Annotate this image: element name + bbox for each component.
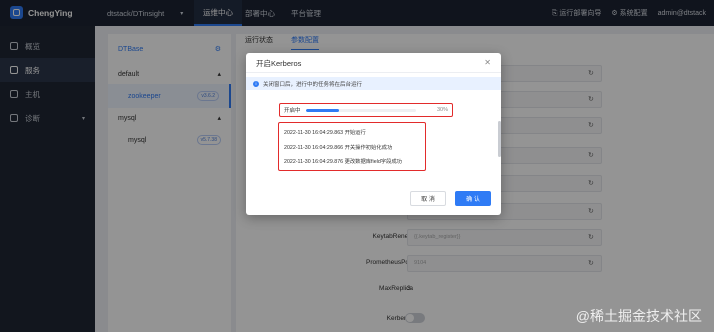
log-line: 2022-11-30 16:04:29.876 更改数据库field字段成功 (284, 159, 402, 165)
watermark: @稀土掘金技术社区 (575, 308, 702, 324)
progress-bar (305, 108, 416, 112)
progress-bar-fill (305, 108, 339, 112)
modal-footer: 取 消 确 认 (410, 191, 491, 206)
info-icon: i (253, 80, 259, 87)
close-icon[interactable]: ✕ (484, 58, 491, 67)
log-scrollbar[interactable] (498, 121, 501, 157)
confirm-button[interactable]: 确 认 (455, 191, 491, 206)
log-line: 2022-11-30 16:04:29.863 开始运行 (284, 130, 366, 136)
cancel-button[interactable]: 取 消 (410, 191, 446, 206)
progress-label: 开启中 (284, 108, 301, 114)
progress-percent: 30% (436, 107, 448, 113)
modal-title: 开启Kerberos (246, 53, 501, 73)
info-alert: i 关闭窗口后，进行中的任务将在后台运行 (246, 77, 501, 90)
log-list: 2022-11-30 16:04:29.863 开始运行 2022-11-30 … (278, 122, 426, 171)
progress-section: 开启中 30% (279, 103, 453, 117)
kerberos-modal: 开启Kerberos ✕ i 关闭窗口后，进行中的任务将在后台运行 开启中 30… (246, 53, 501, 215)
log-line: 2022-11-30 16:04:29.866 开关操作初始化成功 (284, 144, 393, 151)
